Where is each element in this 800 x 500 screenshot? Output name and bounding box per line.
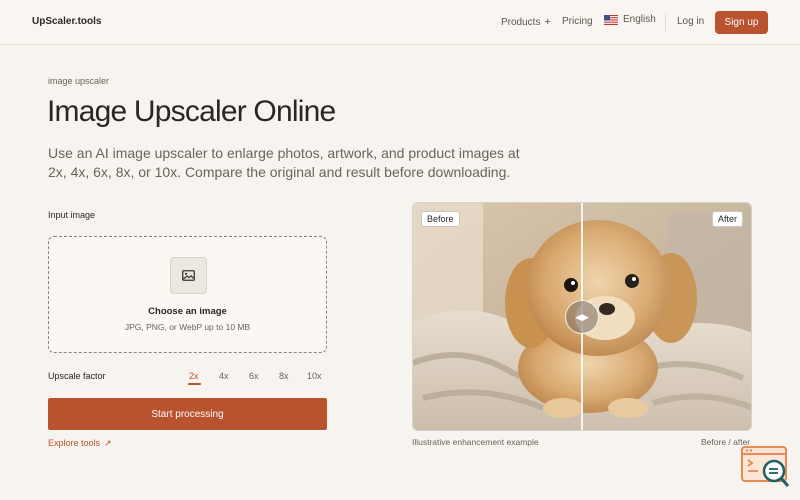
image-icon (170, 257, 207, 294)
search-console-icon[interactable] (740, 445, 792, 490)
nav-products-label: Products (501, 17, 541, 28)
before-after-comparison[interactable]: Before After ◀▶ (412, 202, 752, 431)
upscale-factor-label: Upscale factor (48, 371, 106, 381)
selected-scale-indicator (188, 383, 201, 385)
page-title: Image Upscaler Online (47, 95, 336, 128)
arrow-up-right-icon: ↗ (104, 438, 112, 448)
compare-slider-handle[interactable]: ◀▶ (565, 300, 599, 334)
dropzone-title: Choose an image (148, 306, 227, 317)
dropzone-hint: JPG, PNG, or WebP up to 10 MB (124, 322, 251, 332)
scale-option-2x[interactable]: 2x (189, 371, 199, 381)
scale-option-8x[interactable]: 8x (279, 371, 289, 381)
signup-button[interactable]: Sign up (715, 11, 768, 34)
nav-products[interactable]: Products + (501, 16, 551, 28)
image-dropzone[interactable]: Choose an image JPG, PNG, or WebP up to … (48, 236, 327, 353)
start-processing-button[interactable]: Start processing (48, 398, 327, 430)
us-flag-icon (604, 14, 618, 25)
input-image-label: Input image (48, 210, 96, 220)
compare-caption: Illustrative enhancement example (412, 437, 539, 447)
scale-option-4x[interactable]: 4x (219, 371, 229, 381)
explore-tools-label: Explore tools (48, 438, 101, 448)
language-label: English (623, 14, 656, 25)
scale-option-10x[interactable]: 10x (307, 371, 322, 381)
page-subtitle: Use an AI image upscaler to enlarge phot… (48, 145, 520, 180)
explore-tools-link[interactable]: Explore tools ↗ (48, 438, 112, 449)
left-right-arrows-icon: ◀▶ (575, 311, 589, 322)
top-header: UpScaler.tools Products + Pricing English… (0, 0, 800, 45)
nav-pricing[interactable]: Pricing (562, 16, 593, 27)
site-logo[interactable]: UpScaler.tools (32, 16, 101, 27)
nav-divider (665, 13, 666, 31)
before-tag: Before (421, 211, 460, 227)
login-link[interactable]: Log in (677, 16, 704, 27)
plus-icon: + (544, 16, 551, 28)
page-eyebrow: image upscaler (48, 76, 110, 86)
language-selector[interactable]: English (604, 14, 656, 25)
after-tag: After (711, 211, 743, 227)
scale-option-6x[interactable]: 6x (249, 371, 259, 381)
